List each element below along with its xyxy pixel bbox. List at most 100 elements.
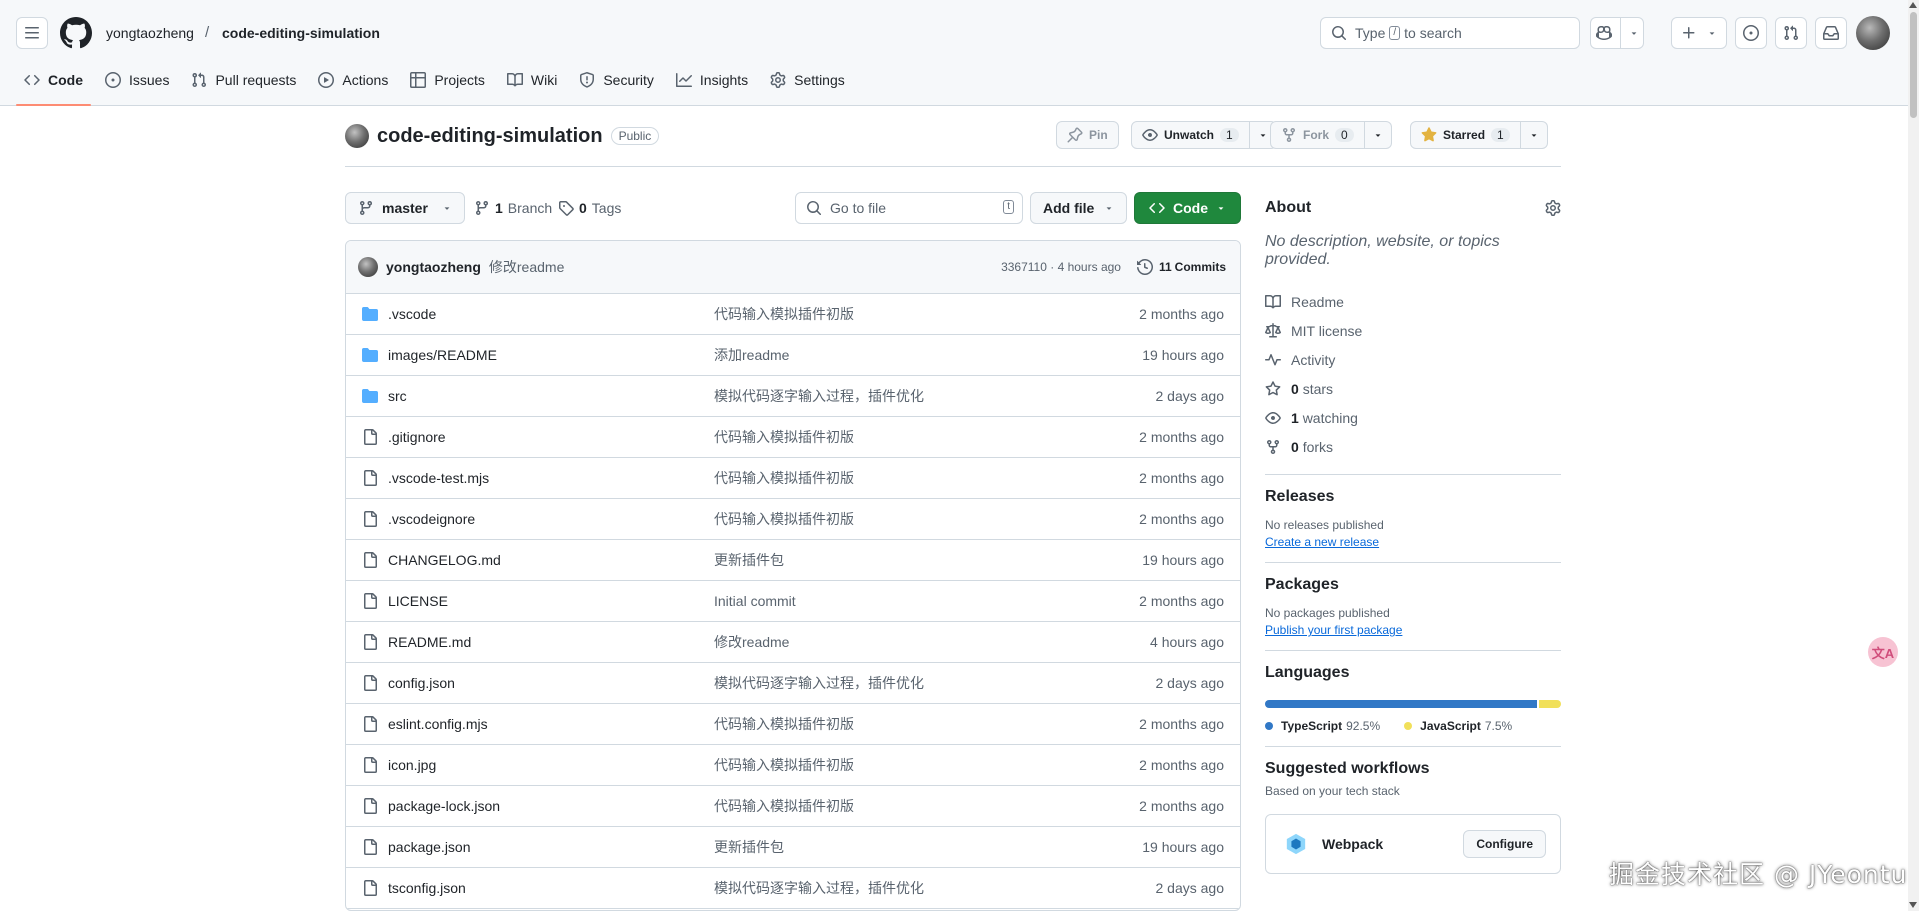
about-item[interactable]: 0 forks: [1265, 432, 1561, 461]
table-row[interactable]: .gitignore 代码输入模拟插件初版 2 months ago: [346, 417, 1240, 458]
commit-sha[interactable]: 3367110: [1001, 260, 1047, 274]
file-commit-message[interactable]: 模拟代码逐字输入过程，插件优化: [714, 673, 1100, 693]
language-legend-item[interactable]: JavaScript 7.5%: [1404, 719, 1512, 733]
file-name[interactable]: README.md: [386, 634, 714, 650]
unwatch-button[interactable]: Unwatch 1: [1131, 121, 1250, 149]
commit-message[interactable]: 修改readme: [489, 257, 564, 277]
tab-security[interactable]: Security: [571, 66, 662, 94]
file-name[interactable]: .vscode: [386, 306, 714, 322]
translate-icon[interactable]: 文A: [1868, 637, 1898, 667]
file-commit-message[interactable]: 代码输入模拟插件初版: [714, 468, 1100, 488]
tab-code[interactable]: Code: [16, 66, 91, 106]
file-commit-message[interactable]: 代码输入模拟插件初版: [714, 509, 1100, 529]
file-commit-message[interactable]: 模拟代码逐字输入过程，插件优化: [714, 878, 1100, 898]
file-commit-message[interactable]: 代码输入模拟插件初版: [714, 427, 1100, 447]
file-name[interactable]: package.json: [386, 839, 714, 855]
table-row[interactable]: tsconfig.json 模拟代码逐字输入过程，插件优化 2 days ago: [346, 868, 1240, 909]
about-item[interactable]: 1 watching: [1265, 403, 1561, 432]
tab-projects[interactable]: Projects: [402, 66, 493, 94]
user-avatar[interactable]: [1856, 16, 1890, 50]
pull-requests-shortcut-button[interactable]: [1775, 17, 1807, 49]
scrollbar-thumb[interactable]: [1910, 12, 1917, 118]
file-name[interactable]: CHANGELOG.md: [386, 552, 714, 568]
owner-avatar[interactable]: [345, 124, 369, 148]
file-commit-message[interactable]: 代码输入模拟插件初版: [714, 304, 1100, 324]
file-commit-message[interactable]: 代码输入模拟插件初版: [714, 796, 1100, 816]
tab-settings[interactable]: Settings: [762, 66, 853, 94]
file-commit-message[interactable]: Initial commit: [714, 593, 1100, 609]
star-dropdown-button[interactable]: [1520, 121, 1548, 149]
language-bar-segment[interactable]: [1265, 700, 1537, 708]
table-row[interactable]: eslint.config.mjs 代码输入模拟插件初版 2 months ago: [346, 704, 1240, 745]
table-row[interactable]: package-lock.json 代码输入模拟插件初版 2 months ago: [346, 786, 1240, 827]
scroll-down-arrow-icon[interactable]: [1909, 902, 1917, 908]
tab-pull-requests[interactable]: Pull requests: [183, 66, 304, 94]
tab-actions[interactable]: Actions: [310, 66, 396, 94]
menu-button[interactable]: [16, 17, 48, 49]
go-to-file-input[interactable]: Go to file t: [795, 192, 1023, 224]
inbox-button[interactable]: [1815, 17, 1847, 49]
copilot-button[interactable]: [1590, 17, 1644, 49]
file-name[interactable]: eslint.config.mjs: [386, 716, 714, 732]
code-button[interactable]: Code: [1134, 192, 1241, 224]
starred-button[interactable]: Starred 1: [1410, 121, 1521, 149]
configure-button[interactable]: Configure: [1463, 830, 1546, 858]
file-commit-message[interactable]: 更新插件包: [714, 550, 1100, 570]
file-name[interactable]: LICENSE: [386, 593, 714, 609]
fork-dropdown-button[interactable]: [1364, 121, 1392, 149]
branches-link[interactable]: 1 Branch: [474, 200, 552, 216]
add-file-button[interactable]: Add file: [1030, 192, 1128, 224]
releases-title[interactable]: Releases: [1265, 488, 1561, 506]
table-row[interactable]: package.json 更新插件包 19 hours ago: [346, 827, 1240, 868]
file-name[interactable]: config.json: [386, 675, 714, 691]
create-new-button[interactable]: [1671, 17, 1727, 49]
language-bar-segment[interactable]: [1538, 700, 1561, 708]
about-item[interactable]: Activity: [1265, 345, 1561, 374]
file-name[interactable]: .vscode-test.mjs: [386, 470, 714, 486]
issues-shortcut-button[interactable]: [1735, 17, 1767, 49]
breadcrumb-repo[interactable]: code-editing-simulation: [222, 24, 380, 42]
commits-history-link[interactable]: 11 Commits: [1136, 259, 1226, 275]
file-commit-message[interactable]: 修改readme: [714, 632, 1100, 652]
table-row[interactable]: src 模拟代码逐字输入过程，插件优化 2 days ago: [346, 376, 1240, 417]
file-commit-message[interactable]: 代码输入模拟插件初版: [714, 714, 1100, 734]
file-name[interactable]: package-lock.json: [386, 798, 714, 814]
tab-issues[interactable]: Issues: [97, 66, 177, 94]
about-item[interactable]: Readme: [1265, 287, 1561, 316]
table-row[interactable]: icon.jpg 代码输入模拟插件初版 2 months ago: [346, 745, 1240, 786]
commit-author-avatar[interactable]: [358, 257, 378, 277]
page-scrollbar[interactable]: [1908, 0, 1919, 911]
table-row[interactable]: config.json 模拟代码逐字输入过程，插件优化 2 days ago: [346, 663, 1240, 704]
file-name[interactable]: tsconfig.json: [386, 880, 714, 896]
table-row[interactable]: LICENSE Initial commit 2 months ago: [346, 581, 1240, 622]
scroll-up-arrow-icon[interactable]: [1909, 2, 1917, 8]
table-row[interactable]: images/README 添加readme 19 hours ago: [346, 335, 1240, 376]
tab-wiki[interactable]: Wiki: [499, 66, 565, 94]
table-row[interactable]: CHANGELOG.md 更新插件包 19 hours ago: [346, 540, 1240, 581]
file-commit-message[interactable]: 添加readme: [714, 345, 1100, 365]
packages-title[interactable]: Packages: [1265, 576, 1561, 594]
tab-insights[interactable]: Insights: [668, 66, 756, 94]
github-logo-icon[interactable]: [60, 17, 92, 49]
file-commit-message[interactable]: 代码输入模拟插件初版: [714, 755, 1100, 775]
file-name[interactable]: images/README: [386, 347, 714, 363]
about-item[interactable]: 0 stars: [1265, 374, 1561, 403]
breadcrumb-owner[interactable]: yongtaozheng: [106, 24, 194, 42]
tags-link[interactable]: 0 Tags: [558, 200, 621, 216]
table-row[interactable]: .vscode 代码输入模拟插件初版 2 months ago: [346, 294, 1240, 335]
repo-name[interactable]: code-editing-simulation: [377, 125, 603, 148]
language-legend-item[interactable]: TypeScript 92.5%: [1265, 719, 1380, 733]
file-commit-message[interactable]: 模拟代码逐字输入过程，插件优化: [714, 386, 1100, 406]
pin-button[interactable]: Pin: [1056, 121, 1119, 149]
branch-selector-button[interactable]: master: [345, 192, 465, 224]
about-item[interactable]: MIT license: [1265, 316, 1561, 345]
fork-button[interactable]: Fork 0: [1270, 121, 1365, 149]
file-name[interactable]: icon.jpg: [386, 757, 714, 773]
table-row[interactable]: .vscode-test.mjs 代码输入模拟插件初版 2 months ago: [346, 458, 1240, 499]
create-release-link[interactable]: Create a new release: [1265, 535, 1379, 549]
table-row[interactable]: README.md 修改readme 4 hours ago: [346, 622, 1240, 663]
file-name[interactable]: .vscodeignore: [386, 511, 714, 527]
table-row[interactable]: .vscodeignore 代码输入模拟插件初版 2 months ago: [346, 499, 1240, 540]
file-name[interactable]: .gitignore: [386, 429, 714, 445]
file-commit-message[interactable]: 更新插件包: [714, 837, 1100, 857]
